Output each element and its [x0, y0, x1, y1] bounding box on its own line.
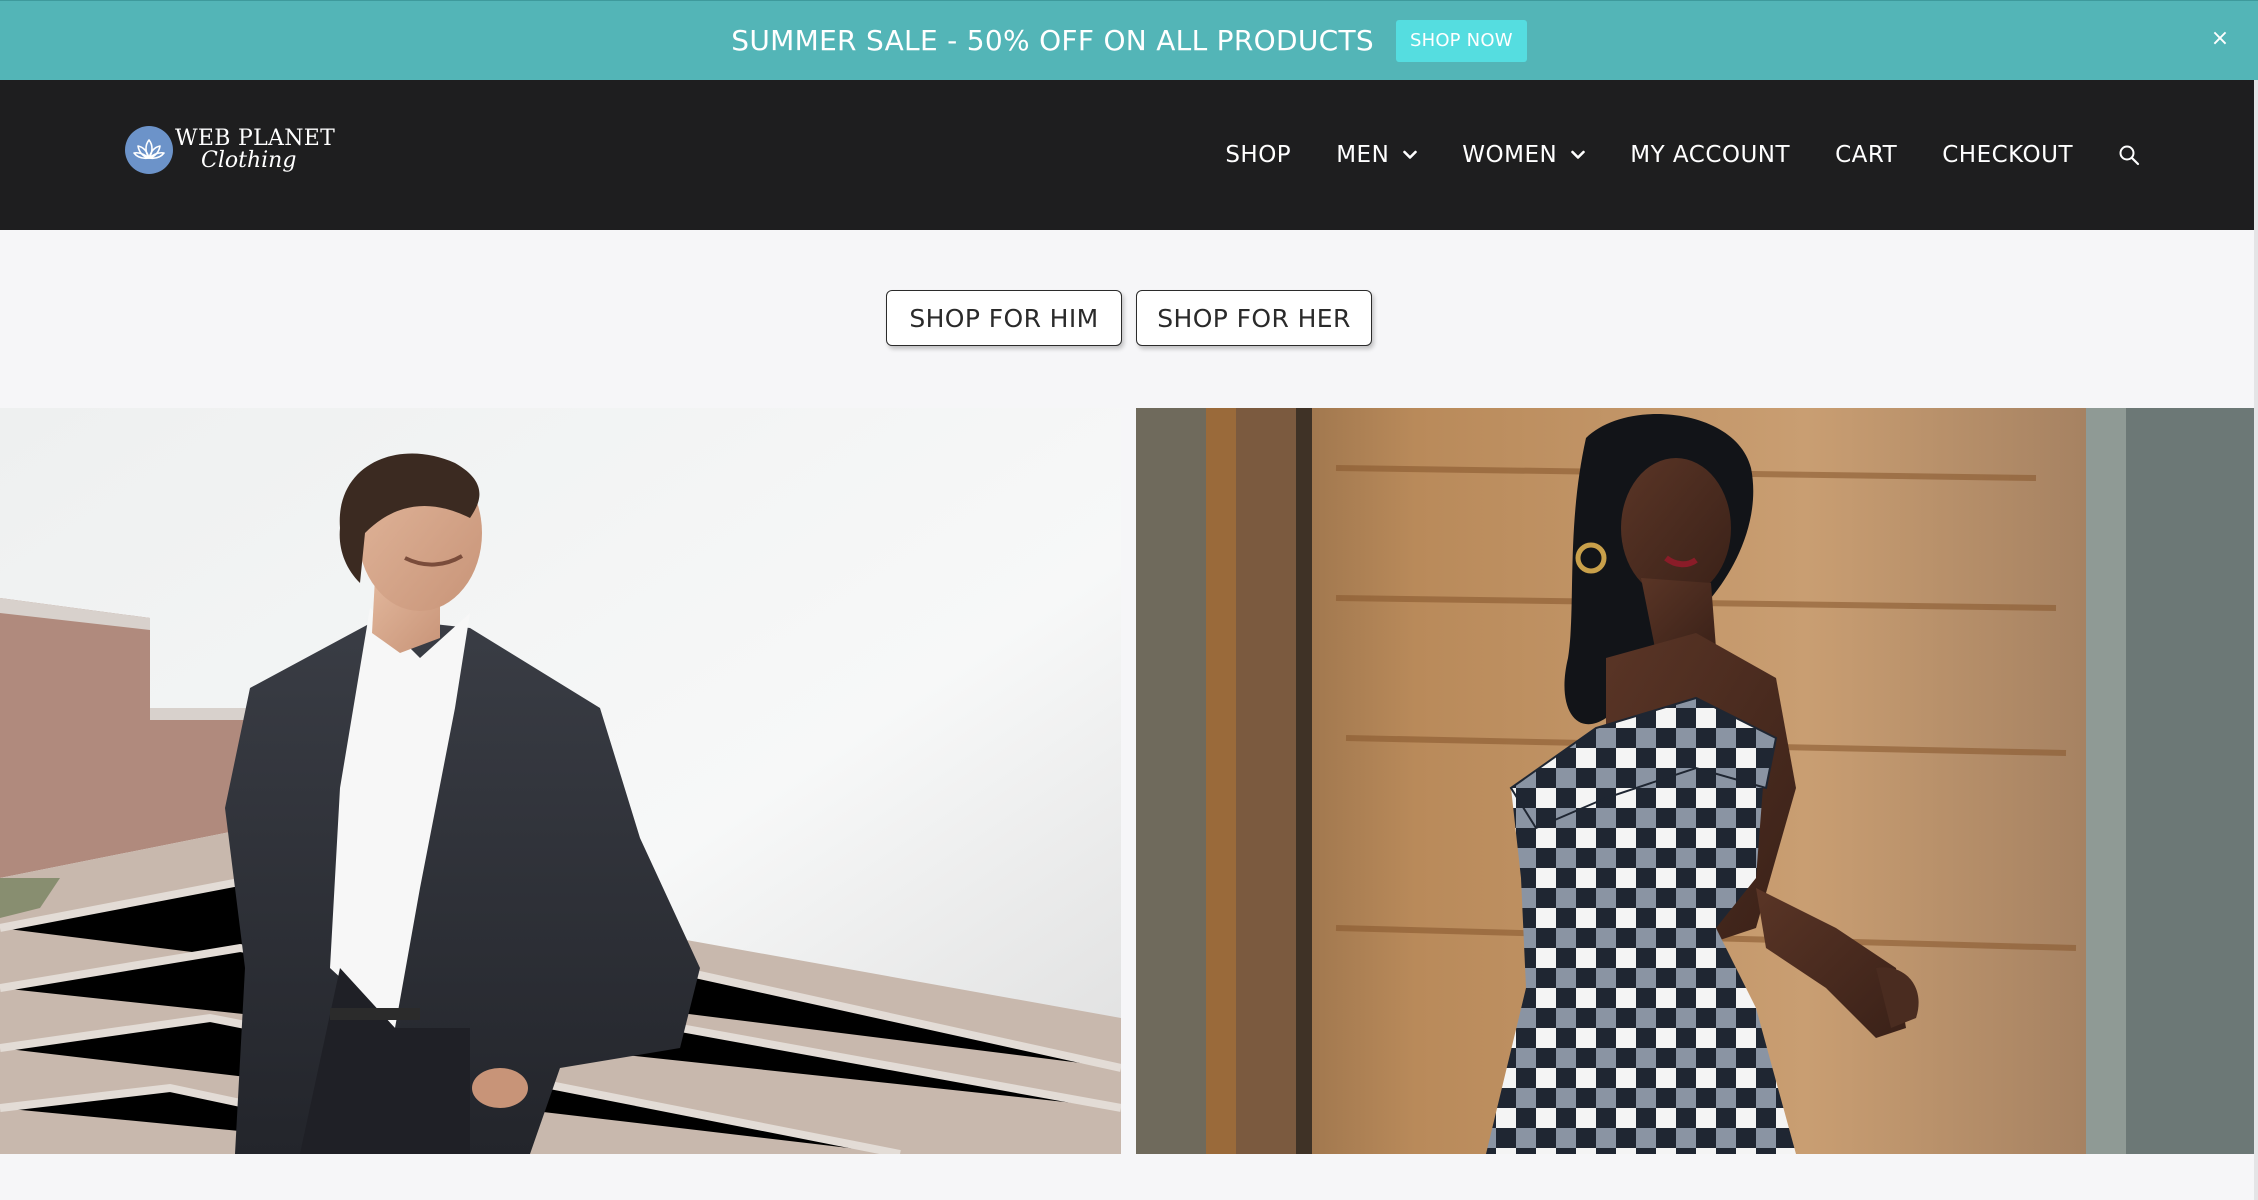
- announcement-message: SUMMER SALE - 50% OFF ON ALL PRODUCTS: [731, 24, 1374, 57]
- logo-line1: WEB PLANET: [175, 126, 336, 151]
- women-hero-image[interactable]: [1136, 408, 2254, 1154]
- shop-now-button[interactable]: SHOP NOW: [1395, 19, 1527, 62]
- logo-line2: Clothing: [201, 148, 297, 173]
- chevron-down-icon[interactable]: [1403, 150, 1418, 160]
- page: SUMMER SALE - 50% OFF ON ALL PRODUCTS SH…: [0, 0, 2258, 1200]
- men-hero-image[interactable]: [0, 408, 1121, 1154]
- lotus-icon: [125, 126, 173, 174]
- shop-buttons: SHOP FOR HIM SHOP FOR HER: [0, 290, 2254, 346]
- nav-item-men[interactable]: MEN: [1336, 142, 1418, 168]
- logo-text: WEB PLANET Clothing: [175, 128, 335, 172]
- close-announcement-button[interactable]: ×: [2208, 27, 2232, 51]
- shop-for-her-button[interactable]: SHOP FOR HER: [1136, 290, 1372, 346]
- main-nav: SHOP MEN WOMEN MY ACCOUNT CART CHECKOUT: [1180, 80, 2140, 230]
- chevron-down-icon[interactable]: [1571, 150, 1586, 160]
- site-header: WEB PLANET Clothing SHOP MEN WOMEN MY AC…: [0, 80, 2254, 230]
- nav-item-women[interactable]: WOMEN: [1462, 142, 1586, 168]
- site-logo[interactable]: WEB PLANET Clothing: [125, 126, 335, 174]
- search-icon[interactable]: [2118, 144, 2140, 166]
- nav-item-label: MY ACCOUNT: [1630, 142, 1791, 168]
- shop-for-him-button[interactable]: SHOP FOR HIM: [886, 290, 1122, 346]
- nav-item-shop[interactable]: SHOP: [1225, 142, 1291, 168]
- men-fashion-photo: [0, 408, 1121, 1154]
- women-fashion-photo: [1136, 408, 2254, 1154]
- nav-item-checkout[interactable]: CHECKOUT: [1942, 142, 2073, 168]
- nav-item-label: CHECKOUT: [1942, 142, 2073, 168]
- nav-item-label: MEN: [1336, 142, 1390, 168]
- announcement-bar: SUMMER SALE - 50% OFF ON ALL PRODUCTS SH…: [0, 0, 2258, 80]
- nav-item-label: CART: [1835, 142, 1898, 168]
- nav-item-label: SHOP: [1225, 142, 1292, 168]
- nav-item-label: WOMEN: [1462, 142, 1558, 168]
- nav-item-cart[interactable]: CART: [1835, 142, 1897, 168]
- scrollbar-track[interactable]: [2254, 80, 2258, 1200]
- nav-item-my-account[interactable]: MY ACCOUNT: [1630, 142, 1790, 168]
